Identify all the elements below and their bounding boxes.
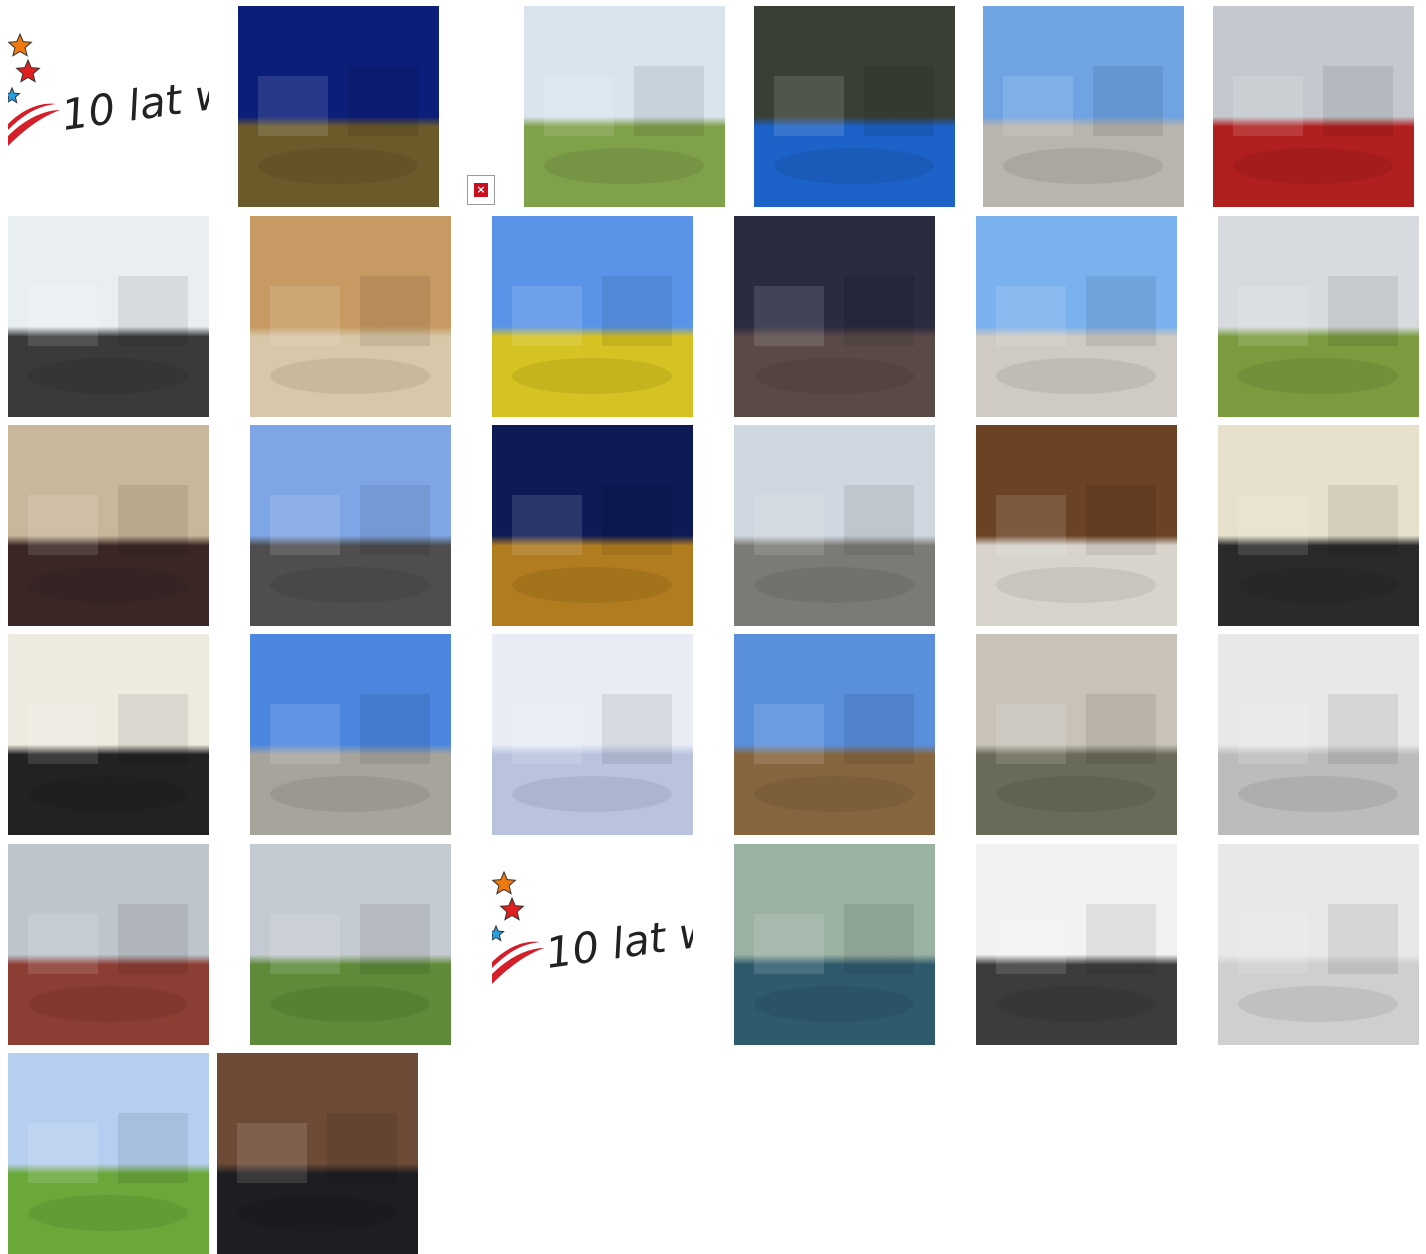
- computer-room-thumbnail[interactable]: [734, 844, 935, 1045]
- atrium-staircase-thumbnail[interactable]: [1218, 844, 1419, 1045]
- award-plaque-thumbnail[interactable]: [976, 425, 1177, 626]
- roadworks-thumbnail[interactable]: [734, 425, 935, 626]
- award-group-stairs-thumbnail[interactable]: [8, 425, 209, 626]
- excavator-thumbnail[interactable]: [492, 216, 693, 417]
- cultural-centre-exterior-thumbnail[interactable]: [8, 1053, 209, 1254]
- fountain-night-thumbnail[interactable]: [238, 6, 439, 207]
- stage-performance-thumbnail[interactable]: [734, 216, 935, 417]
- school-building-thumbnail[interactable]: [734, 634, 935, 835]
- hot-air-balloon-thumbnail[interactable]: [250, 634, 451, 835]
- handshake-award-thumbnail[interactable]: [217, 1053, 418, 1254]
- logo-10-lat-thumbnail[interactable]: 10 lat w U: [8, 6, 209, 207]
- library-computer-thumbnail[interactable]: [250, 216, 451, 417]
- broken-image-x-icon: ×: [474, 183, 488, 197]
- road-sign-night-thumbnail[interactable]: [492, 425, 693, 626]
- eu-information-board-thumbnail[interactable]: [492, 634, 693, 835]
- sports-hall-track-thumbnail[interactable]: [8, 844, 209, 1045]
- stream-channel-thumbnail[interactable]: [976, 634, 1177, 835]
- renovated-building-thumbnail[interactable]: [1218, 634, 1419, 835]
- regional-centre-plaque-thumbnail[interactable]: [976, 844, 1177, 1045]
- market-umbrellas-thumbnail[interactable]: [976, 216, 1177, 417]
- broken-image-icon[interactable]: ×: [467, 175, 495, 205]
- fire-truck-thumbnail[interactable]: [1213, 6, 1414, 207]
- sports-hall-field-thumbnail[interactable]: [250, 844, 451, 1045]
- award-men-diplomas-thumbnail[interactable]: [8, 634, 209, 835]
- playground-thumbnail[interactable]: [524, 6, 725, 207]
- funding-sign-board-thumbnail[interactable]: [8, 216, 209, 417]
- logo-10-lat-thumbnail-2[interactable]: 10 lat w U: [492, 844, 693, 1045]
- town-square-church-thumbnail[interactable]: [983, 6, 1184, 207]
- backhoe-field-thumbnail[interactable]: [1218, 216, 1419, 417]
- sports-court-thumbnail[interactable]: [754, 6, 955, 207]
- award-winners-group-thumbnail[interactable]: [1218, 425, 1419, 626]
- eu-project-sign-thumbnail[interactable]: [250, 425, 451, 626]
